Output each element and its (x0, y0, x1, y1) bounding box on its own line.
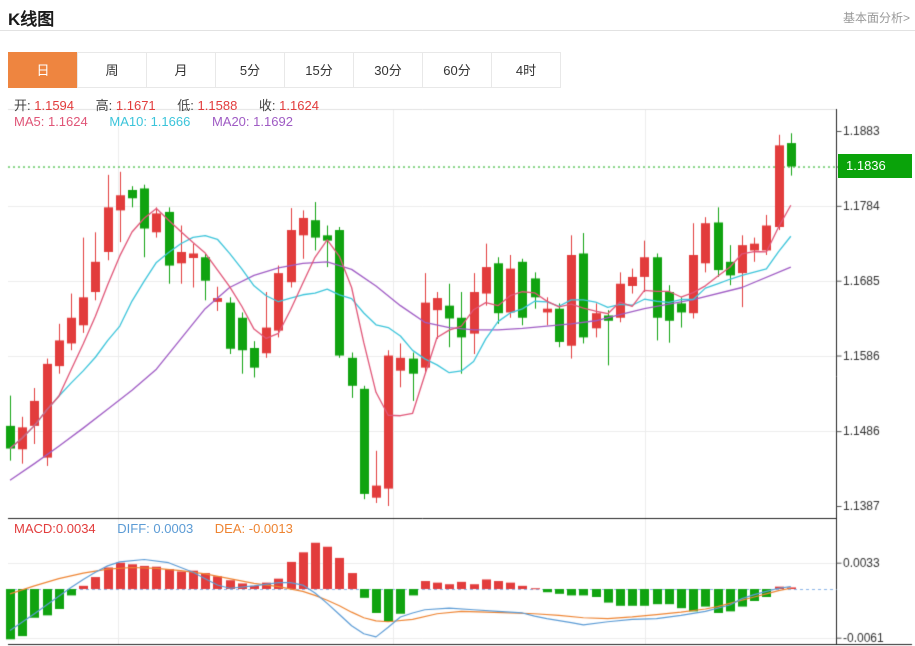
tab-day[interactable]: 日 (8, 52, 78, 88)
period-tabs: 日 周 月 5分 15分 30分 60分 4时 (8, 52, 561, 88)
macd-legend: MACD:0.0034 DIFF: 0.0003 DEA: -0.0013 (14, 521, 311, 536)
ma-legend: MA5: 1.1624 MA10: 1.1666 MA20: 1.1692 (14, 114, 311, 129)
diff-value: DIFF: 0.0003 (117, 521, 193, 536)
tab-week[interactable]: 周 (77, 52, 147, 88)
low-value: 低: 1.1588 (177, 98, 237, 113)
page-header: K线图 基本面分析> (0, 0, 915, 31)
ma10-value: MA10: 1.1666 (109, 114, 190, 129)
chart-area: 开: 1.1594 高: 1.1671 低: 1.1588 收: 1.1624 … (0, 92, 915, 646)
tab-30min[interactable]: 30分 (353, 52, 423, 88)
ma20-value: MA20: 1.1692 (212, 114, 293, 129)
kline-chart-canvas[interactable] (0, 92, 915, 646)
tab-5min[interactable]: 5分 (215, 52, 285, 88)
tab-15min[interactable]: 15分 (284, 52, 354, 88)
open-value: 开: 1.1594 (14, 98, 74, 113)
ohlc-legend: 开: 1.1594 高: 1.1671 低: 1.1588 收: 1.1624 (14, 95, 337, 114)
ma5-value: MA5: 1.1624 (14, 114, 88, 129)
close-value: 收: 1.1624 (259, 98, 319, 113)
tab-month[interactable]: 月 (146, 52, 216, 88)
page: K线图 基本面分析> 日 周 月 5分 15分 30分 60分 4时 开: 1.… (0, 0, 915, 646)
tab-60min[interactable]: 60分 (422, 52, 492, 88)
high-value: 高: 1.1671 (96, 98, 156, 113)
fundamental-analysis-link[interactable]: 基本面分析> (843, 9, 910, 26)
dea-value: DEA: -0.0013 (215, 521, 293, 536)
page-title: K线图 (8, 5, 54, 30)
current-price-tag: 1.1836 (838, 154, 912, 178)
tab-4hour[interactable]: 4时 (491, 52, 561, 88)
macd-value: MACD:0.0034 (14, 521, 96, 536)
